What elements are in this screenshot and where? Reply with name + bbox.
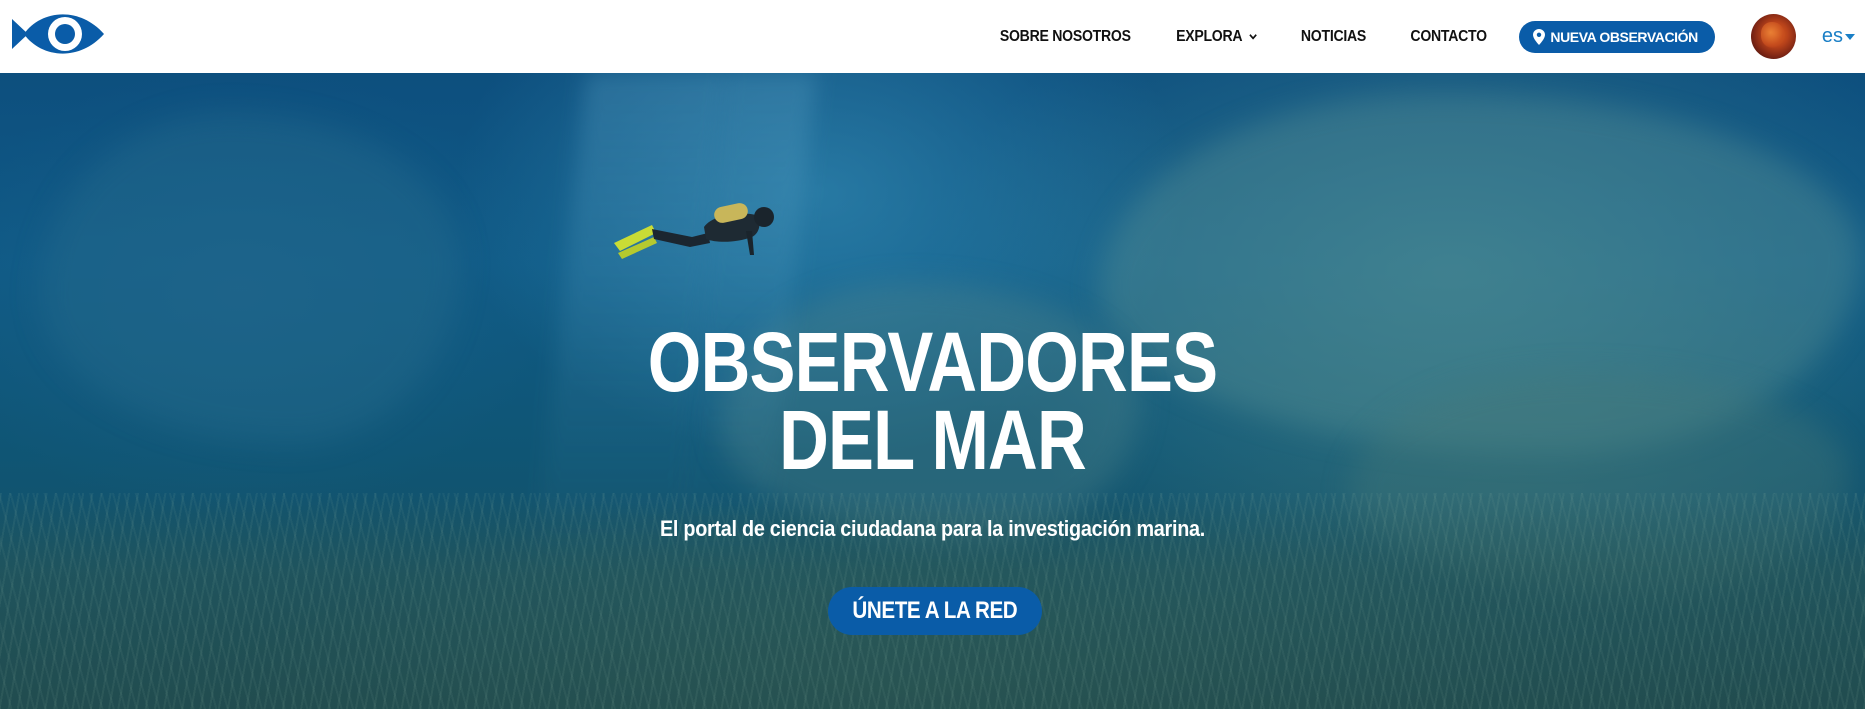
map-pin-icon xyxy=(1533,28,1546,45)
join-network-label: ÚNETE A LA RED xyxy=(852,597,1018,624)
chevron-down-icon xyxy=(1249,34,1258,40)
join-network-button[interactable]: ÚNETE A LA RED xyxy=(828,587,1042,635)
logo-icon[interactable] xyxy=(12,7,104,61)
nav-contact-link[interactable]: CONTACTO xyxy=(1410,28,1487,46)
hero-title-line2: DEL MAR xyxy=(779,393,1087,487)
hero-subtitle: El portal de ciencia ciudadana para la i… xyxy=(659,516,1206,541)
hero-title: OBSERVADORES DEL MAR xyxy=(168,315,1697,487)
new-observation-button[interactable]: NUEVA OBSERVACIÓN xyxy=(1519,20,1715,53)
language-label: es xyxy=(1821,25,1843,47)
nav-news-link[interactable]: NOTICIAS xyxy=(1300,28,1365,46)
user-avatar[interactable] xyxy=(1750,14,1796,59)
language-selector[interactable]: es xyxy=(1822,25,1855,48)
nav-about-link[interactable]: SOBRE NOSOTROS xyxy=(999,28,1130,46)
scuba-diver-image xyxy=(614,203,774,259)
new-observation-label: NUEVA OBSERVACIÓN xyxy=(1550,28,1698,45)
caret-down-icon xyxy=(1845,33,1855,40)
main-nav: SOBRE NOSOTROS EXPLORA NOTICIAS CONTACTO… xyxy=(982,0,1865,73)
nav-explore-dropdown[interactable]: EXPLORA xyxy=(1176,27,1258,46)
nav-explore-label: EXPLORA xyxy=(1176,27,1243,45)
hero-banner: OBSERVADORES DEL MAR El portal de cienci… xyxy=(0,73,1865,709)
site-header: SOBRE NOSOTROS EXPLORA NOTICIAS CONTACTO… xyxy=(0,0,1865,73)
hero-title-line1: OBSERVADORES xyxy=(647,315,1218,409)
